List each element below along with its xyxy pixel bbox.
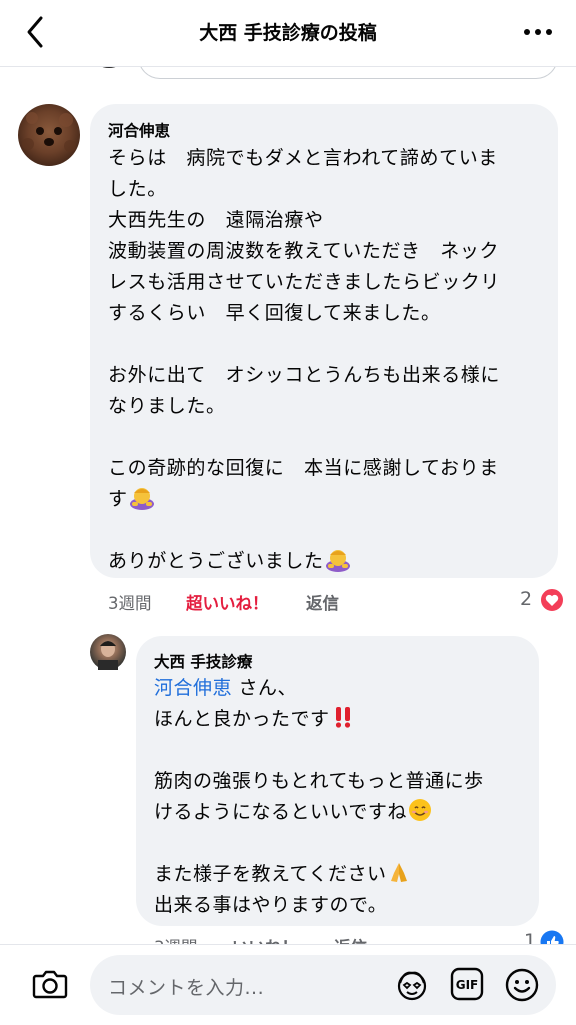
camera-icon[interactable]: [32, 968, 68, 1000]
smiling-face-icon: [408, 799, 431, 821]
heart-icon[interactable]: [540, 588, 564, 612]
reaction-button[interactable]: 超いいね！: [186, 590, 269, 614]
reply-button[interactable]: 返信: [306, 590, 339, 614]
emoji-smile-icon[interactable]: [504, 967, 540, 1003]
person-bowing-emoji-icon: [129, 488, 154, 510]
double-exclamation-icon: [335, 707, 350, 728]
more-options-icon[interactable]: [522, 24, 554, 40]
page-title: 大西 手技診療の投稿: [199, 22, 377, 44]
reaction-count[interactable]: 2: [520, 588, 532, 610]
comment-composer: コメントを入力... GIF: [0, 944, 576, 1025]
avatar[interactable]: [90, 634, 126, 670]
folded-hands-icon: [391, 863, 408, 882]
comment-text: 河合伸恵 さん、 ほんと良かったです 筋肉の強張りもとれてもっと普通に歩 けるよ…: [154, 677, 484, 916]
gif-icon[interactable]: GIF: [450, 967, 484, 1001]
svg-text:GIF: GIF: [456, 978, 479, 992]
avatar[interactable]: [18, 104, 80, 166]
comment-author[interactable]: 大西 手技診療: [154, 650, 252, 672]
comment-text: そらは 病院でもダメと言われて諦めていま した。 大西先生の 遠隔治療や 波動装…: [108, 147, 501, 572]
mention-link[interactable]: 河合伸恵: [154, 677, 232, 699]
comment-input-placeholder[interactable]: コメントを入力...: [108, 973, 264, 1000]
person-bowing-emoji-icon: [325, 550, 350, 572]
post-header: 大西 手技診療の投稿: [0, 0, 576, 67]
comment-timestamp: 3週間: [108, 594, 152, 613]
avatar-sticker-icon[interactable]: [394, 967, 430, 1003]
comment-author[interactable]: 河合伸恵: [108, 119, 170, 141]
